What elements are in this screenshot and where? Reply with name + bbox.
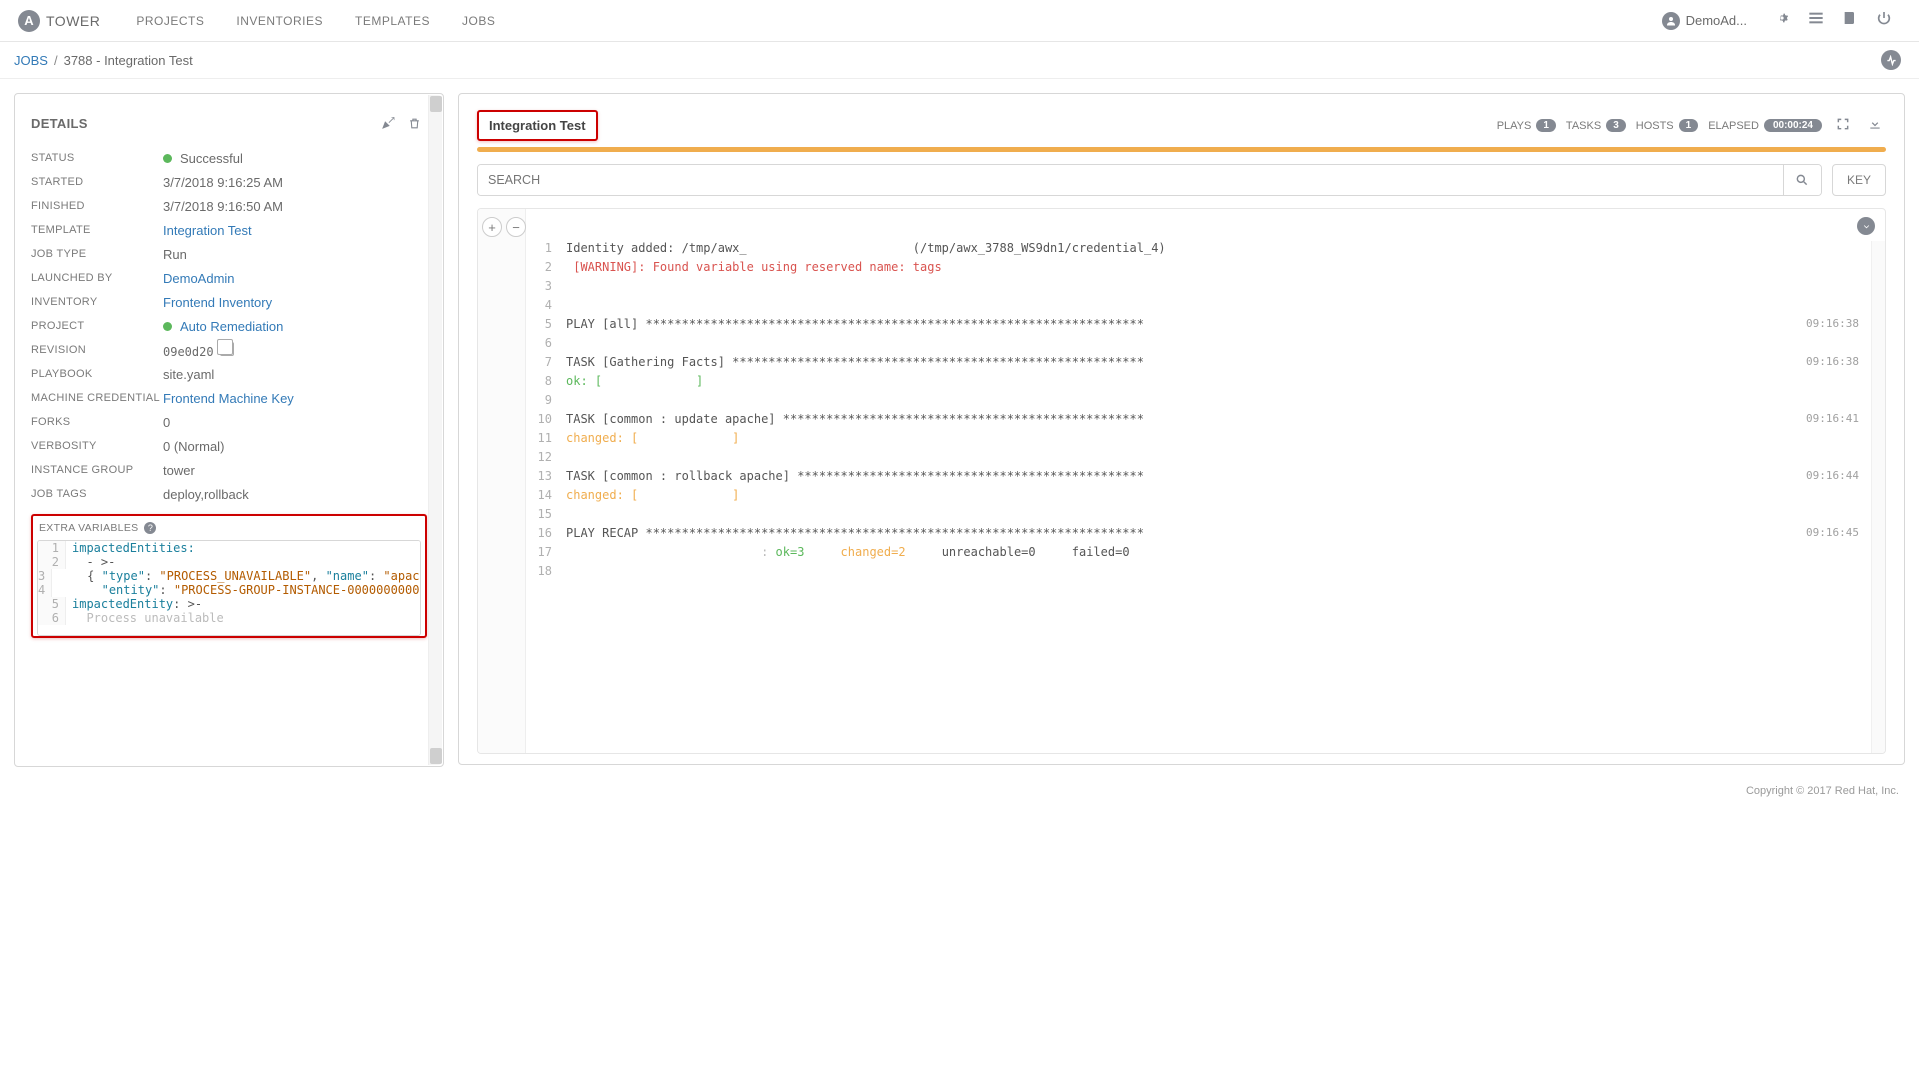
docs-icon[interactable] [1833,10,1867,31]
value-status: Successful [163,151,243,166]
power-icon[interactable] [1867,10,1901,31]
value-template[interactable]: Integration Test [163,223,252,238]
project-status-dot-icon [163,322,172,331]
collapse-all-button[interactable]: − [506,217,526,237]
brand-text: TOWER [46,13,100,29]
timestamp: 09:16:45 [1806,526,1859,539]
streams-icon[interactable] [1799,10,1833,31]
breadcrumb-root[interactable]: JOBS [14,53,48,68]
nav-inventories[interactable]: INVENTORIES [220,14,339,28]
activity-icon[interactable] [1881,50,1901,70]
label-forks: FORKS [31,416,163,428]
download-icon[interactable] [1864,117,1886,134]
value-forks: 0 [163,415,170,430]
output-lines[interactable]: 1Identity added: /tmp/awx_ (/tmp/awx_378… [526,209,1885,583]
label-template: TEMPLATE [31,224,163,236]
scroll-bottom-icon[interactable] [1857,217,1875,235]
value-launchedby[interactable]: DemoAdmin [163,271,235,286]
settings-icon[interactable] [1765,10,1799,31]
label-launchedby: LAUNCHED BY [31,272,163,284]
label-instgrp: INSTANCE GROUP [31,464,163,476]
elapsed-value: 00:00:24 [1764,119,1822,132]
value-started: 3/7/2018 9:16:25 AM [163,175,283,190]
timestamp: 09:16:44 [1806,469,1859,482]
top-nav: A TOWER PROJECTS INVENTORIES TEMPLATES J… [0,0,1919,42]
label-jobtags: JOB TAGS [31,488,163,500]
user-name: DemoAd... [1686,13,1747,28]
expand-all-button[interactable]: + [482,217,502,237]
search-box [477,164,1822,196]
project-link[interactable]: Auto Remediation [180,319,283,334]
value-finished: 3/7/2018 9:16:50 AM [163,199,283,214]
value-revision: 09e0d20 [163,342,234,359]
tasks-count: 3 [1606,119,1626,132]
brand[interactable]: A TOWER [18,10,100,32]
value-playbook: site.yaml [163,367,214,382]
value-project: Auto Remediation [163,319,283,334]
nav-jobs[interactable]: JOBS [446,14,511,28]
value-instgrp: tower [163,463,195,478]
breadcrumb-current: 3788 - Integration Test [64,53,193,68]
label-jobtype: JOB TYPE [31,248,163,260]
timestamp: 09:16:41 [1806,412,1859,425]
output-gutter: + − [478,209,526,753]
label-finished: FINISHED [31,200,163,212]
relaunch-button[interactable] [375,110,401,136]
extra-variables-label: EXTRA VARIABLES [39,522,138,534]
timestamp: 09:16:38 [1806,317,1859,330]
details-title: DETAILS [31,116,88,131]
search-button[interactable] [1783,165,1821,195]
output-scrollbar[interactable] [1871,241,1885,753]
brand-logo-icon: A [18,10,40,32]
nav-templates[interactable]: TEMPLATES [339,14,446,28]
job-title-badge: Integration Test [477,110,598,141]
extra-variables-code[interactable]: 1impactedEntities: 2 - >- 3 { "type": "P… [37,540,421,636]
nav-projects[interactable]: PROJECTS [120,14,220,28]
value-jobtype: Run [163,247,187,262]
details-scrollbar[interactable] [428,95,442,765]
details-panel: DETAILS STATUSSuccessful STARTED3/7/2018… [14,93,444,767]
key-button[interactable]: KEY [1832,164,1886,196]
label-machcred: MACHINE CREDENTIAL [31,392,163,404]
label-inventory: INVENTORY [31,296,163,308]
timestamp: 09:16:38 [1806,355,1859,368]
plays-label: PLAYS [1497,120,1532,132]
user-menu[interactable]: DemoAd... [1662,12,1747,30]
elapsed-label: ELAPSED [1708,120,1759,132]
label-project: PROJECT [31,320,163,332]
hosts-label: HOSTS [1636,120,1674,132]
value-verbosity: 0 (Normal) [163,439,224,454]
breadcrumb: JOBS / 3788 - Integration Test [0,42,1919,79]
label-revision: REVISION [31,344,163,356]
tasks-label: TASKS [1566,120,1601,132]
value-jobtags: deploy,rollback [163,487,249,502]
extra-variables-panel: EXTRA VARIABLES ? 1impactedEntities: 2 -… [31,514,427,638]
hosts-count: 1 [1679,119,1699,132]
search-input[interactable] [478,165,1783,195]
breadcrumb-sep: / [48,53,64,68]
value-machcred[interactable]: Frontend Machine Key [163,391,294,406]
progress-bar [477,147,1886,152]
delete-button[interactable] [401,110,427,136]
value-inventory[interactable]: Frontend Inventory [163,295,272,310]
copy-icon[interactable] [220,342,234,356]
status-dot-icon [163,154,172,163]
user-icon [1662,12,1680,30]
output-panel: + − 1Identity added: /tmp/awx_ (/tmp/awx… [477,208,1886,754]
help-icon[interactable]: ? [144,522,156,534]
plays-count: 1 [1536,119,1556,132]
label-playbook: PLAYBOOK [31,368,163,380]
label-verbosity: VERBOSITY [31,440,163,452]
results-panel: Integration Test PLAYS 1 TASKS 3 HOSTS 1 EL… [458,93,1905,765]
footer-copyright: Copyright © 2017 Red Hat, Inc. [0,781,1919,807]
label-status: STATUS [31,152,163,164]
expand-icon[interactable] [1832,117,1854,134]
label-started: STARTED [31,176,163,188]
